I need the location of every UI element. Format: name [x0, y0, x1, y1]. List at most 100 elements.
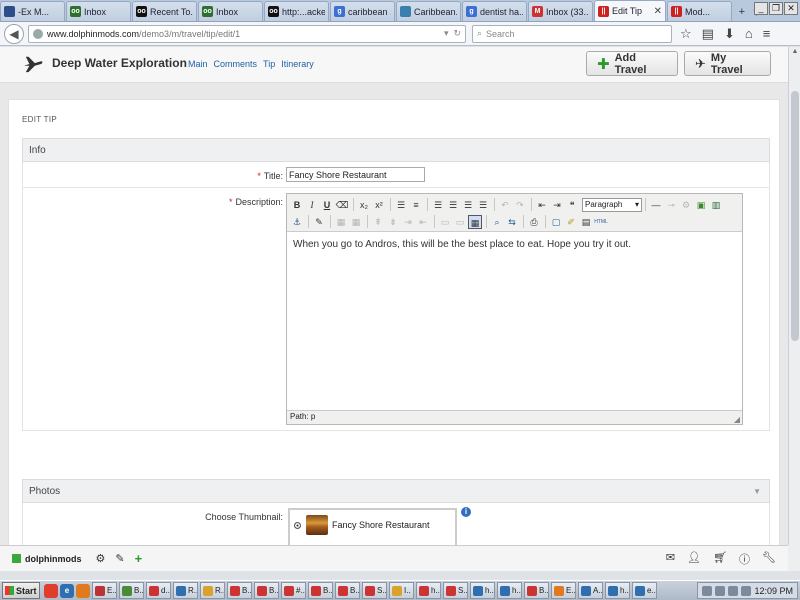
site-brand[interactable]: Deep Water Exploration — [52, 56, 187, 70]
cleanup-paint-button[interactable]: ✐ — [564, 215, 578, 229]
taskbar-item[interactable]: S.. — [443, 582, 468, 599]
blockquote-button[interactable]: ❝ — [565, 198, 579, 212]
editor-content[interactable]: When you go to Andros, this will be the … — [287, 232, 742, 257]
taskbar-item[interactable]: E.. — [92, 582, 117, 599]
insert-col-button[interactable]: ⇥ — [401, 215, 415, 229]
browser-tab[interactable]: oo Inbox — [66, 1, 131, 21]
taskbar-item[interactable]: #.. — [281, 582, 306, 599]
taskbar-item[interactable]: A.. — [578, 582, 603, 599]
ie-quicklaunch-icon[interactable]: e — [60, 583, 74, 598]
search-input[interactable]: ⌕ Search — [472, 24, 672, 43]
shield-icon[interactable] — [728, 585, 739, 596]
taskbar-item[interactable]: e.. — [632, 582, 657, 599]
info-section-header[interactable]: Info — [22, 138, 770, 162]
align-left-button[interactable]: ☰ — [431, 198, 445, 212]
wrench-icon[interactable]: 🔧︎ — [762, 551, 776, 567]
image-button[interactable]: ▣ — [694, 198, 708, 212]
download-icon[interactable]: ⬇ — [724, 26, 735, 42]
html-source-button[interactable]: HTML — [594, 215, 608, 229]
undo-button[interactable]: ↶ — [498, 198, 512, 212]
taskbar-item[interactable]: h.. — [497, 582, 522, 599]
close-window-button[interactable]: ✕ — [784, 2, 798, 15]
firefox-quicklaunch-icon[interactable] — [76, 583, 90, 598]
reading-list-icon[interactable]: ▤ — [702, 26, 714, 42]
browser-tab[interactable]: || Mod... — [667, 1, 732, 21]
nav-tip[interactable]: Tip — [263, 59, 275, 69]
back-button[interactable]: ◀ — [4, 23, 24, 44]
scroll-up-icon[interactable]: ▲ — [789, 48, 800, 58]
url-bar[interactable]: www.dolphinmods.com /demo3/m/travel/tip/… — [28, 24, 466, 43]
gear-icon[interactable]: ⚙ — [96, 552, 106, 565]
taskbar-item[interactable]: I.. — [389, 582, 414, 599]
edit-icon[interactable]: ✎ — [115, 552, 124, 565]
nav-comments[interactable]: Comments — [214, 59, 258, 69]
italic-button[interactable]: I — [305, 198, 319, 212]
title-input[interactable] — [286, 167, 425, 182]
underline-button[interactable]: U — [320, 198, 334, 212]
rich-text-editor[interactable]: B I U ⌫ x₂ x² ☰ ≡ ☰ ☰ ☰ ☰ ↶ ↷ ⇤ ⇥ ❝ Para… — [286, 193, 743, 425]
taskbar-item[interactable]: B.. — [254, 582, 279, 599]
horizontal-rule-button[interactable]: — — [649, 198, 663, 212]
restore-button[interactable]: ❐ — [769, 2, 783, 15]
taskbar-item[interactable]: B.. — [335, 582, 360, 599]
reload-icon[interactable]: ▾ ↻ — [444, 28, 461, 39]
chrome-quicklaunch-icon[interactable] — [44, 583, 58, 598]
volume-icon[interactable] — [702, 585, 713, 596]
cleanup-button[interactable]: ⚙ — [679, 198, 693, 212]
align-right-button[interactable]: ☰ — [461, 198, 475, 212]
scrollbar-thumb[interactable] — [791, 91, 799, 341]
minimize-button[interactable]: _ — [754, 2, 768, 15]
bullet-list-button[interactable]: ☰ — [394, 198, 408, 212]
my-travel-button[interactable]: ✈ My Travel — [684, 51, 771, 76]
format-select[interactable]: Paragraph ▾ — [582, 197, 642, 212]
taskbar-item[interactable]: h.. — [470, 582, 495, 599]
delete-col-button[interactable]: ⇤ — [416, 215, 430, 229]
paste-word-button[interactable]: ▤ — [579, 215, 593, 229]
delete-row-button[interactable]: ⇟ — [386, 215, 400, 229]
nav-itinerary[interactable]: Itinerary — [281, 59, 314, 69]
user-icon[interactable]: 👤︎ — [687, 551, 701, 567]
replace-button[interactable]: ⇆ — [505, 215, 519, 229]
media-button[interactable]: ▥ — [709, 198, 723, 212]
browser-tab[interactable]: gcaribbean ... — [330, 1, 395, 21]
browser-tab[interactable]: g dentist ha... — [462, 1, 527, 21]
page-scrollbar[interactable]: ▲ — [788, 47, 800, 545]
new-tab-button[interactable]: + — [736, 2, 748, 22]
taskbar-item[interactable]: S.. — [362, 582, 387, 599]
table-props-button[interactable]: ▦ — [349, 215, 363, 229]
browser-tab[interactable]: M Inbox (33... — [528, 1, 593, 21]
thumbnail-radio[interactable] — [294, 521, 301, 529]
nav-main[interactable]: Main — [188, 59, 208, 69]
taskbar-item[interactable]: B.. — [308, 582, 333, 599]
anchor-button[interactable]: ⚓ — [290, 215, 304, 229]
start-button[interactable]: Start — [2, 582, 40, 599]
mail-icon[interactable]: ✉ — [666, 551, 675, 567]
browser-tab[interactable]: oo http:...acker — [264, 1, 329, 21]
taskbar-item[interactable]: h.. — [605, 582, 630, 599]
browser-tab[interactable]: || Edit Tip ✕ — [594, 0, 666, 21]
taskbar-item[interactable]: R.. — [173, 582, 198, 599]
browser-tab[interactable]: ooRecent To... — [132, 1, 197, 21]
outdent-button[interactable]: ⇤ — [535, 198, 549, 212]
bookmark-star-icon[interactable]: ☆ — [680, 26, 692, 42]
add-icon[interactable]: + — [135, 551, 143, 566]
unlink-button[interactable]: ⊸ — [664, 198, 678, 212]
taskbar-item[interactable]: B.. — [524, 582, 549, 599]
subscript-button[interactable]: x₂ — [357, 198, 371, 212]
insert-row-button[interactable]: ⇞ — [371, 215, 385, 229]
preview-button[interactable]: ▢ — [549, 215, 563, 229]
browser-tab[interactable]: oo Inbox — [198, 1, 263, 21]
info-icon[interactable]: i — [461, 507, 471, 517]
edit-css-button[interactable]: ✎ — [312, 215, 326, 229]
merge-cells-button[interactable]: ▭ — [438, 215, 452, 229]
taskbar-item[interactable]: E.. — [551, 582, 576, 599]
numbered-list-button[interactable]: ≡ — [409, 198, 423, 212]
taskbar-item[interactable]: h.. — [416, 582, 441, 599]
photos-section-header[interactable]: Photos ▼ — [22, 479, 770, 503]
info-icon[interactable]: ⓘ — [739, 551, 750, 567]
align-center-button[interactable]: ☰ — [446, 198, 460, 212]
dolphin-bar-name[interactable]: dolphinmods — [25, 554, 82, 564]
superscript-button[interactable]: x² — [372, 198, 386, 212]
find-button[interactable]: ⌕ — [490, 215, 504, 229]
thumbnail-option[interactable]: Fancy Shore Restaurant — [294, 515, 430, 535]
